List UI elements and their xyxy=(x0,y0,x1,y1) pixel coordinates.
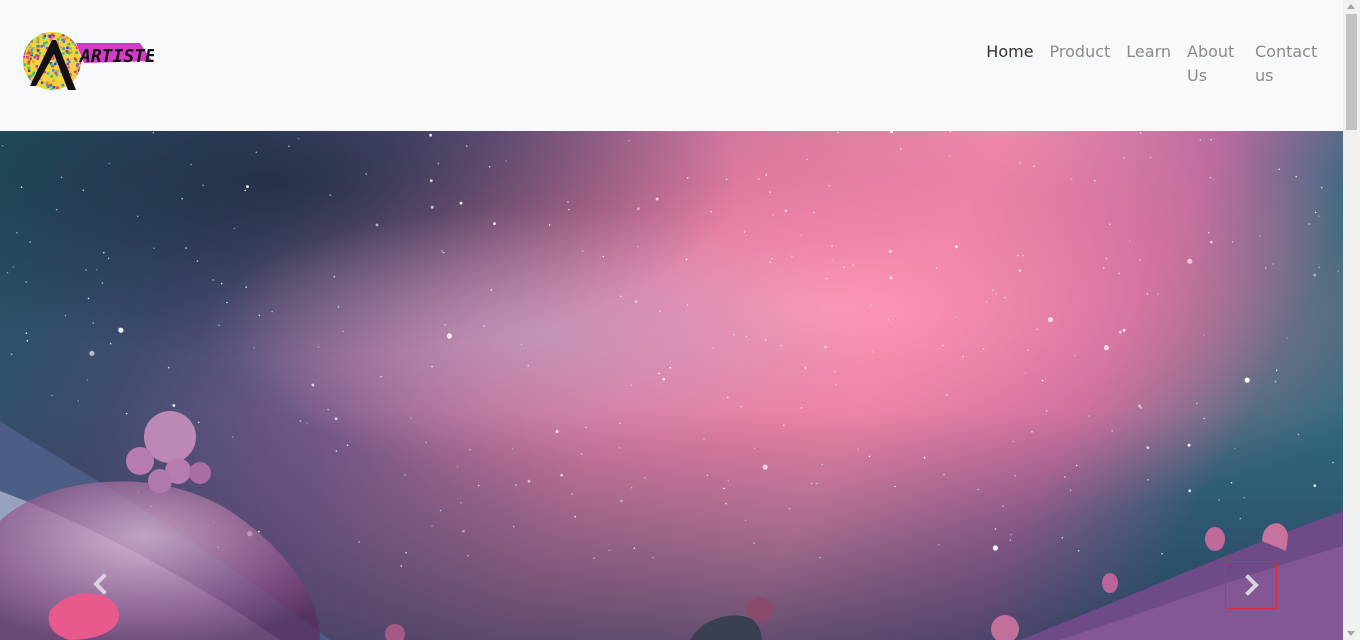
nav-links: Home Product Learn About Us Contact us xyxy=(978,40,1327,88)
scroll-up-icon[interactable] xyxy=(1347,4,1355,9)
carousel-prev-button[interactable] xyxy=(76,561,126,607)
chevron-right-icon xyxy=(1245,574,1259,596)
scroll-thumb[interactable] xyxy=(1346,14,1357,130)
chevron-left-icon xyxy=(93,573,107,595)
nav-item-learn[interactable]: Learn xyxy=(1118,40,1179,88)
scroll-down-icon[interactable] xyxy=(1347,631,1355,636)
nav-item-about-us[interactable]: About Us xyxy=(1179,40,1247,88)
logo-text: ARTISTE xyxy=(79,46,154,67)
carousel-next-button[interactable] xyxy=(1225,561,1277,609)
hero-carousel xyxy=(0,131,1343,640)
nav-item-product[interactable]: Product xyxy=(1042,40,1119,88)
carousel-slide-image xyxy=(0,131,1343,640)
navbar: ARTISTE Home Product Learn About Us Cont… xyxy=(0,0,1343,131)
page-scrollbar[interactable] xyxy=(1343,0,1360,640)
artiste-logo-icon: ARTISTE xyxy=(23,32,156,90)
brand-logo[interactable]: ARTISTE xyxy=(22,30,156,94)
nav-item-home[interactable]: Home xyxy=(978,40,1041,88)
nav-item-contact-us[interactable]: Contact us xyxy=(1247,40,1327,88)
page: ARTISTE Home Product Learn About Us Cont… xyxy=(0,0,1343,640)
